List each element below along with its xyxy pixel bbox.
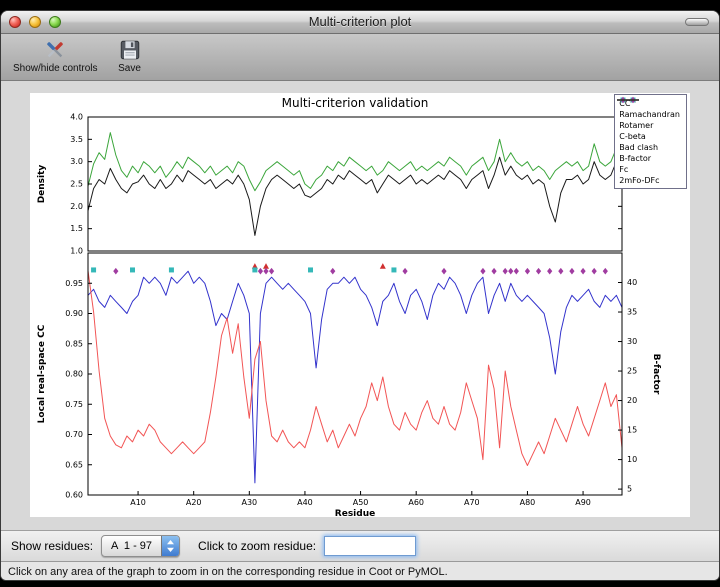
svg-text:Density: Density [37,165,47,204]
svg-text:0.80: 0.80 [65,370,83,379]
plot-canvas[interactable]: Multi-criterion validation 1.0 1.5 2.0 2.5 3.… [30,93,690,517]
svg-text:A50: A50 [353,498,369,507]
svg-text:A60: A60 [408,498,424,507]
svg-text:A10: A10 [130,498,146,507]
legend: CCRamachandranRotamerC-betaBad clashB-fa… [614,94,687,189]
svg-text:1.5: 1.5 [70,224,83,233]
svg-text:5: 5 [627,485,632,494]
zoom-residue-label: Click to zoom residue: [198,539,316,553]
svg-text:35: 35 [627,308,637,317]
tools-icon [42,36,68,63]
svg-text:10: 10 [627,455,637,464]
multi-criterion-plot-window: Multi-criterion plot Show/hide controls [0,10,720,581]
titlebar[interactable]: Multi-criterion plot [1,11,719,34]
svg-text:0.60: 0.60 [65,491,83,500]
svg-text:0.90: 0.90 [65,309,83,318]
legend-item: 2mFo-DFc [619,175,680,186]
legend-label: Fc [619,165,628,174]
svg-text:3.5: 3.5 [70,135,83,144]
desktop-background: { "window": { "title": "Multi-criterion … [0,0,720,587]
legend-label: Rotamer [619,121,653,130]
svg-text:3.0: 3.0 [70,157,83,166]
svg-text:0.70: 0.70 [65,430,83,439]
legend-label: B-factor [619,154,651,163]
svg-text:15: 15 [627,426,637,435]
legend-label: Bad clash [619,143,658,152]
legend-label: Ramachandran [619,110,680,119]
zoom-residue-input[interactable] [324,536,416,556]
toolbar-button-label: Show/hide controls [13,63,98,74]
legend-marker-line [615,95,641,105]
legend-item: B-factor [619,153,680,164]
status-bar: Click on any area of the graph to zoom i… [1,561,719,581]
legend-item: Fc [619,164,680,175]
toolbar-toggle-button[interactable] [685,18,709,26]
show-residues-select[interactable]: A 1 - 97 [101,535,180,557]
show-residues-label: Show residues: [11,539,93,553]
svg-text:4.0: 4.0 [70,113,83,122]
legend-label: C-beta [619,132,646,141]
control-bar: Show residues: A 1 - 97 Click to zoom re… [1,530,719,561]
figure[interactable]: Multi-criterion validation 1.0 1.5 2.0 2.5 3.… [30,93,690,517]
selected-chain-range: A 1 - 97 [102,540,161,552]
toolbar-button-label: Save [118,63,141,74]
legend-item: Rotamer [619,120,680,131]
svg-text:1.0: 1.0 [70,247,83,256]
svg-text:40: 40 [627,278,637,287]
svg-text:B-factor: B-factor [651,354,661,395]
svg-text:0.75: 0.75 [65,400,83,409]
svg-text:0.65: 0.65 [65,460,83,469]
legend-item: Bad clash [619,142,680,153]
status-text: Click on any area of the graph to zoom i… [8,566,448,578]
legend-item: Ramachandran [619,109,680,120]
svg-text:30: 30 [627,337,637,346]
window-buttons [9,16,61,28]
svg-text:25: 25 [627,367,637,376]
popup-stepper-icon [161,536,179,556]
plot-region: Multi-criterion validation 1.0 1.5 2.0 2.5 3.… [1,81,719,530]
svg-text:20: 20 [627,396,637,405]
svg-text:Local real-space CC: Local real-space CC [37,324,47,423]
close-button[interactable] [9,16,21,28]
svg-text:A30: A30 [241,498,257,507]
svg-text:2.5: 2.5 [70,180,83,189]
svg-text:Residue: Residue [335,509,375,517]
show-hide-controls-button[interactable]: Show/hide controls [13,36,98,74]
svg-text:A40: A40 [297,498,313,507]
svg-text:0.85: 0.85 [65,339,83,348]
save-button[interactable]: Save [118,36,142,74]
svg-text:2.0: 2.0 [70,202,83,211]
svg-text:0.95: 0.95 [65,279,83,288]
window-title: Multi-criterion plot [1,11,719,33]
zoom-window-button[interactable] [49,16,61,28]
svg-text:A90: A90 [575,498,591,507]
svg-text:A20: A20 [186,498,202,507]
svg-text:A70: A70 [464,498,480,507]
minimize-button[interactable] [29,16,41,28]
toolbar: Show/hide controls Save [1,34,719,81]
legend-item: C-beta [619,131,680,142]
save-icon [118,36,142,63]
legend-label: 2mFo-DFc [619,176,659,185]
svg-text:Multi-criterion validation: Multi-criterion validation [282,96,429,110]
svg-text:A80: A80 [520,498,536,507]
